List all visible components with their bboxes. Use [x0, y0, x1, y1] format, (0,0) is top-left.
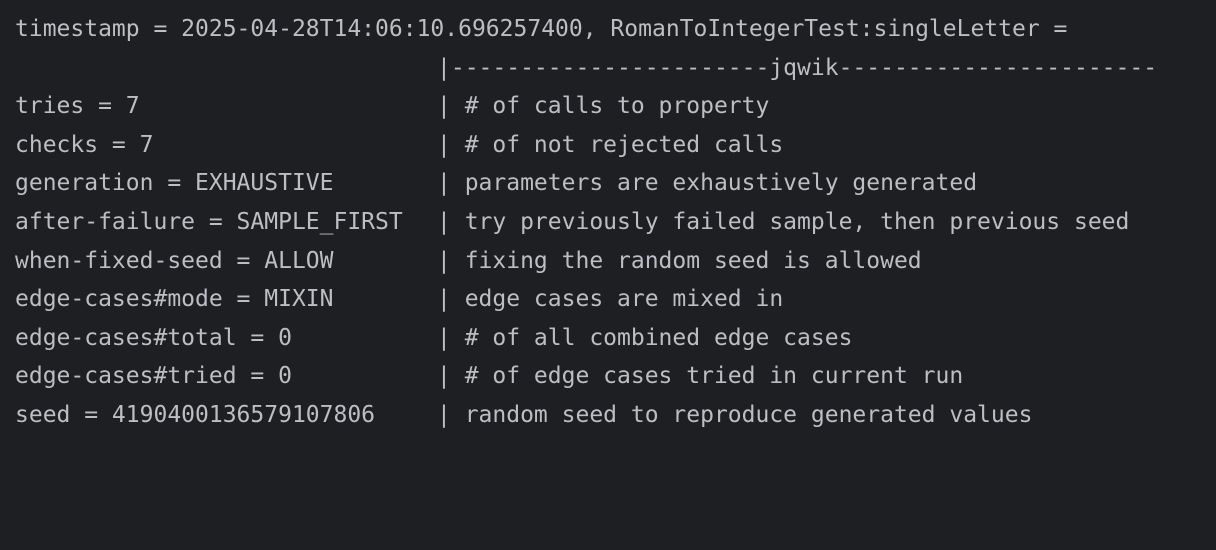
property-description: | random seed to reproduce generated val…: [437, 401, 1033, 428]
property-key: tries = 7: [15, 93, 140, 120]
property-description: | edge cases are mixed in: [437, 286, 784, 313]
property-key: after-failure = SAMPLE_FIRST: [15, 208, 403, 235]
property-key: seed = 4190400136579107806: [15, 401, 376, 428]
console-output[interactable]: timestamp = 2025-04-28T14:06:10.69625740…: [15, 10, 1205, 435]
property-row: after-failure = SAMPLE_FIRST | try previ…: [15, 203, 1205, 242]
property-key: when-fixed-seed = ALLOW: [15, 247, 334, 274]
property-row: generation = EXHAUSTIVE | parameters are…: [15, 164, 1205, 203]
header-line: timestamp = 2025-04-28T14:06:10.69625740…: [15, 10, 1205, 49]
property-key: edge-cases#mode = MIXIN: [15, 286, 334, 313]
property-description: | parameters are exhaustively generated: [437, 170, 978, 197]
property-row: edge-cases#mode = MIXIN | edge cases are…: [15, 280, 1205, 319]
property-description: | try previously failed sample, then pre…: [437, 208, 1130, 235]
property-description: | # of calls to property: [437, 93, 770, 120]
separator-line: |-----------------------jqwik-----------…: [15, 49, 1205, 88]
property-key: edge-cases#total = 0: [15, 324, 292, 351]
property-row: seed = 4190400136579107806 | random seed…: [15, 396, 1205, 435]
property-row: tries = 7 | # of calls to property: [15, 87, 1205, 126]
property-description: | # of edge cases tried in current run: [437, 363, 964, 390]
property-row: checks = 7 | # of not rejected calls: [15, 126, 1205, 165]
property-row: when-fixed-seed = ALLOW | fixing the ran…: [15, 242, 1205, 281]
property-description: | # of not rejected calls: [437, 131, 784, 158]
property-key: edge-cases#tried = 0: [15, 363, 292, 390]
property-description: | fixing the random seed is allowed: [437, 247, 922, 274]
property-description: | # of all combined edge cases: [437, 324, 853, 351]
property-row: edge-cases#tried = 0 | # of edge cases t…: [15, 357, 1205, 396]
jqwik-separator: |-----------------------jqwik-----------…: [437, 54, 1158, 81]
property-row: edge-cases#total = 0 | # of all combined…: [15, 319, 1205, 358]
property-key: checks = 7: [15, 131, 154, 158]
timestamp-header: timestamp = 2025-04-28T14:06:10.69625740…: [15, 16, 1068, 42]
property-key: generation = EXHAUSTIVE: [15, 170, 334, 197]
